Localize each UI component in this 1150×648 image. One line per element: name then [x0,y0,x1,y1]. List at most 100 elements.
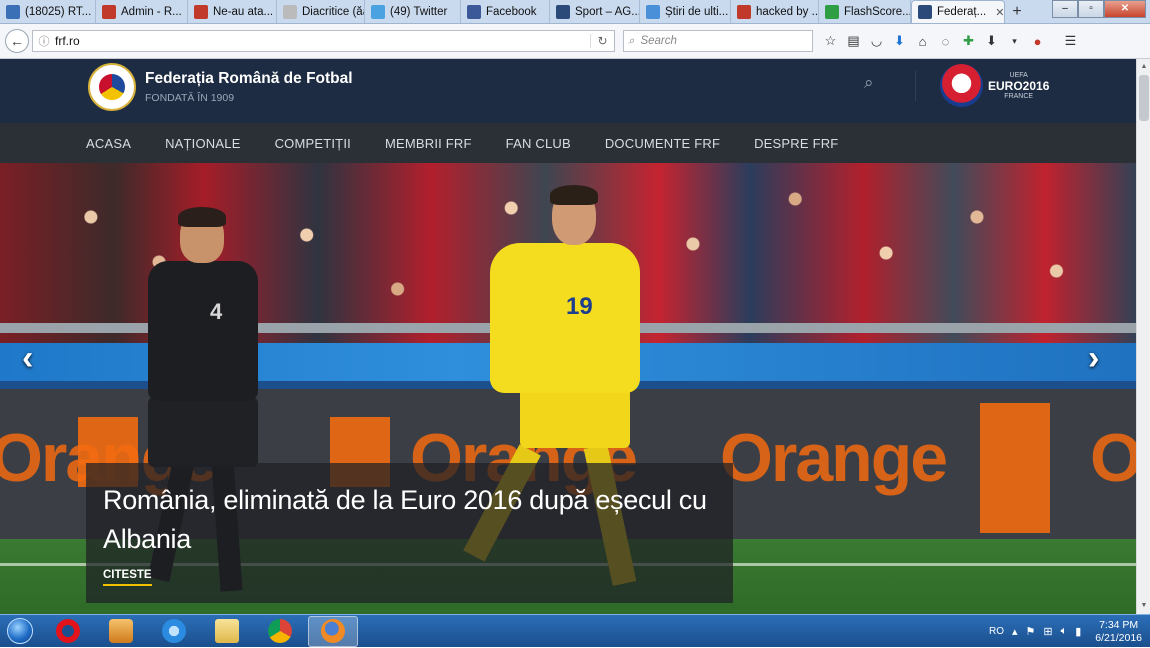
euro-trophy-icon [940,64,983,107]
window-controls: – ▫ ✕ [1052,0,1146,18]
hero-slider: Orange Orange Orange Orange 4 19 ‹ › Rom… [0,163,1136,614]
close-window-button[interactable]: ✕ [1104,0,1146,18]
taskbar-chrome[interactable] [255,616,305,647]
hero-headline[interactable]: România, eliminată de la Euro 2016 după … [103,481,716,559]
download-arrow-icon[interactable]: ⬇ [980,33,1003,49]
main-menu: ACASA NAȚIONALE COMPETIȚII MEMBRII FRF F… [0,123,1136,163]
menu-icon[interactable]: ☰ [1059,33,1082,49]
sport-icon [556,4,570,19]
site-subtitle: FONDATĂ ÎN 1909 [145,92,235,104]
media-player-icon [109,619,133,643]
home-icon[interactable]: ⌂ [911,34,934,49]
browser-tab-bar: (18025) RT... Admin - R... Ne-au ata... Dia… [0,0,1150,24]
page-scrollbar[interactable]: ▲ ▼ [1136,59,1150,614]
minimize-button[interactable]: – [1052,0,1078,18]
action-center-icon[interactable]: ⚑ [1026,625,1036,638]
menu-item-acasa[interactable]: ACASA [86,136,131,151]
new-tab-button[interactable]: + [1005,0,1029,23]
language-indicator[interactable]: RO [989,626,1004,637]
opera-icon [56,619,80,643]
extension-icon[interactable]: ✚ [957,33,980,49]
scroll-up-icon[interactable]: ▲ [1139,62,1149,72]
back-button[interactable]: ← [5,29,29,53]
adblock-icon[interactable]: ● [1026,34,1049,49]
browser-tab[interactable]: Facebook [461,0,550,23]
browser-tab[interactable]: Ne-au ata... [188,0,277,23]
frf-icon [918,5,932,19]
info-icon[interactable]: ⓘ [33,33,55,49]
reading-list-icon[interactable]: ▤ [842,33,865,49]
site-header: Federația Română de Fotbal FONDATĂ ÎN 19… [0,59,1136,123]
browser-tab-label: hacked by ... [756,5,819,18]
logo-emblem [97,72,127,102]
system-clock[interactable]: 7:34 PM 6/21/2016 [1095,619,1142,645]
g-logo-icon [194,4,208,19]
euro-main-label: EURO2016 [988,78,1050,93]
search-placeholder: Search [640,35,677,47]
browser-tab[interactable]: Diacritice (ăâîș... [277,0,365,23]
browser-tab-label: Diacritice (ăâîș... [302,5,364,18]
start-button[interactable] [0,615,40,647]
volume-icon[interactable]: 🔈︎ [1061,625,1068,638]
folder-icon [215,619,239,643]
browser-tab[interactable]: (49) Twitter [365,0,461,23]
chat-icon[interactable]: ◌ [934,34,957,49]
tray-expand-icon[interactable]: ▴ [1012,625,1018,638]
frf-logo[interactable] [88,63,136,111]
pocket-icon[interactable]: ◡ [865,33,888,49]
address-bar[interactable]: ⓘ frf.ro ↻ [32,30,615,52]
bookmark-star-icon[interactable]: ☆ [819,33,842,49]
search-icon: ⌕ [628,34,635,47]
browser-tab[interactable]: (18025) RT... [0,0,96,23]
url-text: frf.ro [55,34,80,48]
menu-item-documente-frf[interactable]: DOCUMENTE FRF [605,136,720,151]
browser-tab[interactable]: hacked by ... [731,0,819,23]
windows-flag-icon[interactable]: ⊞ [1043,625,1052,638]
browser-tab-label: FlashScore... [844,5,911,18]
browser-tab-label: Sport – AG... [575,5,640,18]
scroll-thumb[interactable] [1139,75,1149,121]
network-icon[interactable]: ▮ [1075,625,1081,638]
menu-item-membrii-frf[interactable]: MEMBRII FRF [385,136,472,151]
close-tab-icon[interactable]: ✕ [995,6,1004,19]
windows-taskbar: RO ▴ ⚑ ⊞ 🔈︎ ▮ 7:34 PM 6/21/2016 [0,614,1150,647]
system-tray: RO ▴ ⚑ ⊞ 🔈︎ ▮ 7:34 PM 6/21/2016 [989,615,1150,648]
site-title[interactable]: Federația Română de Fotbal [145,70,353,88]
slider-prev-icon[interactable]: ‹ [22,339,33,378]
menu-item-despre-frf[interactable]: DESPRE FRF [754,136,838,151]
read-more-link[interactable]: CITESTE [103,569,152,586]
windows-orb-icon [7,618,33,644]
maximize-button[interactable]: ▫ [1078,0,1104,18]
browser-tab-label: (49) Twitter [390,5,448,18]
taskbar-explorer[interactable] [202,616,252,647]
dropdown-icon[interactable]: ▾ [1003,36,1026,47]
taskbar-opera[interactable] [43,616,93,647]
reload-icon[interactable]: ↻ [590,34,614,48]
slider-next-icon[interactable]: › [1088,339,1099,378]
twitter-icon [371,4,385,19]
website-viewport: Federația Română de Fotbal FONDATĂ ÎN 19… [0,59,1136,614]
menu-item-nationale[interactable]: NAȚIONALE [165,136,240,151]
browser-tab[interactable]: Admin - R... [96,0,188,23]
browser-tab-label: (18025) RT... [25,5,92,18]
player1-number: 4 [210,299,223,324]
browser-tab[interactable]: Sport – AG... [550,0,640,23]
scroll-down-icon[interactable]: ▼ [1139,601,1149,611]
browser-tab[interactable]: Federaț... ✕ [911,0,1005,23]
menu-item-fan-club[interactable]: FAN CLUB [506,136,571,151]
menu-item-competitii[interactable]: COMPETIȚII [275,136,351,151]
site-search-icon[interactable]: ⌕ [864,73,882,92]
taskbar-firefox[interactable] [308,615,358,647]
browser-tab[interactable]: Știri de ulti... [640,0,731,23]
browser-tab-label: Federaț... [937,6,987,18]
browser-tab[interactable]: FlashScore... [819,0,911,23]
taskbar-internet-explorer[interactable] [149,616,199,647]
board-square-3 [980,403,1050,533]
browser-tab-label: Admin - R... [121,5,182,18]
player2-number: 19 [566,293,593,320]
browser-tab-label: Ne-au ata... [213,5,274,18]
search-input[interactable]: ⌕ Search [623,30,813,52]
download-icon[interactable]: ⬇ [888,33,911,49]
taskbar-media-player[interactable] [96,616,146,647]
euro2016-logo[interactable]: UEFA EURO2016 FRANCE [940,64,1049,107]
